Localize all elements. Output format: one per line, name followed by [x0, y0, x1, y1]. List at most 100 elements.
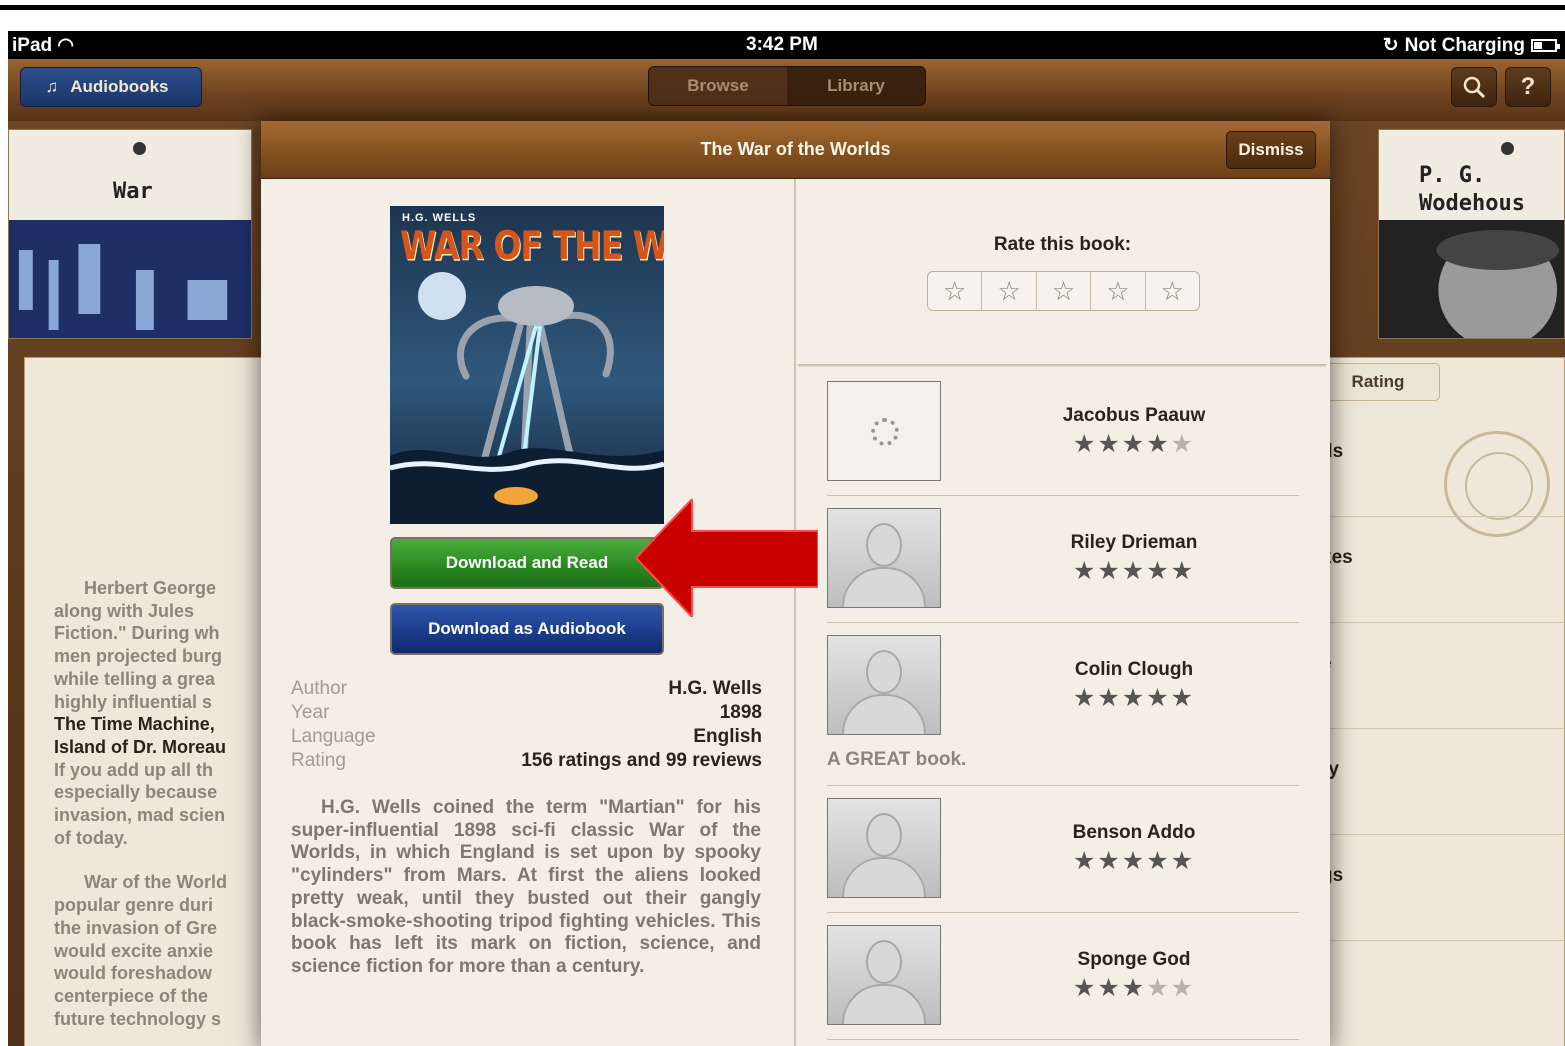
info-row-rating: Rating 156 ratings and 99 reviews: [291, 749, 762, 773]
book-tile-wodehouse[interactable]: P. G. Wodehous: [1378, 129, 1565, 339]
charge-status: ↻ Not Charging: [1382, 34, 1560, 57]
info-value: 156 ratings and 99 reviews: [521, 750, 762, 771]
review-star-icon: ★: [1072, 974, 1098, 1002]
screenshot-frame: iPad ◠ 3:42 PM ↻ Not Charging ♫ Audioboo…: [0, 0, 1565, 1046]
music-note-icon: ♫: [45, 77, 59, 96]
tile-indicator-dot: [1501, 142, 1514, 155]
review-star-icon: ★: [1072, 847, 1098, 875]
status-bar: iPad ◠ 3:42 PM ↻ Not Charging: [8, 31, 1565, 59]
info-value: 1898: [719, 702, 762, 723]
rate-star-2-icon[interactable]: ☆: [982, 272, 1037, 310]
status-time: 3:42 PM: [746, 34, 818, 55]
review-star-icon: ★: [1121, 430, 1147, 458]
audiobooks-button[interactable]: ♫ Audiobooks: [20, 67, 202, 107]
loading-spinner-icon: [871, 418, 899, 446]
avatar: [827, 508, 941, 608]
dismiss-button[interactable]: Dismiss: [1226, 131, 1316, 169]
info-value: English: [693, 726, 762, 747]
rate-star-1-icon[interactable]: ☆: [928, 272, 983, 310]
list-item[interactable]: kes: [1321, 517, 1565, 623]
toolbar: ♫ Audiobooks Browse Library ?: [8, 59, 1565, 121]
review-star-icon: ★: [1072, 430, 1098, 458]
review-star-icon: ★: [1146, 430, 1171, 458]
review-star-icon: ★: [1170, 430, 1196, 458]
list-item[interactable]: gs: [1321, 835, 1565, 941]
download-and-read-button[interactable]: Download and Read: [390, 537, 664, 589]
review-stars: ★★★★★: [957, 846, 1311, 876]
list-item[interactable]: e: [1321, 623, 1565, 729]
modal-header: The War of the Worlds Dismiss: [261, 121, 1330, 179]
info-row-year: Year 1898: [291, 701, 762, 725]
rate-label: Rate this book:: [993, 234, 1132, 255]
info-row-author: Author H.G. Wells: [291, 677, 762, 701]
list-item[interactable]: ry: [1321, 729, 1565, 835]
reviewer-name: Riley Drieman: [1070, 532, 1198, 553]
review-stars: ★★★★★: [957, 683, 1311, 713]
download-audiobook-button[interactable]: Download as Audiobook: [390, 603, 664, 655]
review-star-icon: ★: [1121, 847, 1147, 875]
audiobooks-label: Audiobooks: [70, 77, 169, 96]
book-description: H.G. Wells coined the term "Martian" for…: [291, 797, 761, 977]
review-star-icon: ★: [1170, 847, 1196, 875]
rate-star-4-icon[interactable]: ☆: [1091, 272, 1146, 310]
review-star-icon: ★: [1146, 974, 1171, 1002]
rating-sort-tab[interactable]: Rating: [1316, 363, 1440, 401]
review-star-icon: ★: [1121, 557, 1147, 585]
cover-title: WAR OF THE WORLDS: [400, 222, 664, 269]
review-item: Colin Clough ★★★★★ A GREAT book.: [827, 635, 1299, 786]
ipad-screen: iPad ◠ 3:42 PM ↻ Not Charging ♫ Audioboo…: [8, 31, 1565, 1046]
review-stars: ★★★★★: [957, 429, 1311, 459]
review-stars: ★★★★★: [957, 556, 1311, 586]
review-item: Jacobus Paauw ★★★★★: [827, 381, 1299, 496]
review-stars: ★★★★★: [957, 973, 1311, 1003]
review-star-icon: ★: [1170, 684, 1196, 712]
rotation-lock-icon: ↻: [1382, 35, 1399, 56]
info-row-language: Language English: [291, 725, 762, 749]
review-star-icon: ★: [1097, 557, 1122, 585]
device-label: iPad: [12, 35, 53, 56]
search-icon: [1463, 76, 1486, 99]
review-text: A GREAT book.: [827, 749, 967, 770]
review-star-icon: ★: [1072, 557, 1098, 585]
review-item: Sponge God ★★★★★: [827, 925, 1299, 1040]
book-tile-title: P. G. Wodehous: [1419, 163, 1525, 216]
avatar: [827, 635, 941, 735]
book-tile-war[interactable]: War: [8, 129, 252, 339]
info-key: Author: [291, 678, 347, 699]
rate-star-3-icon[interactable]: ☆: [1037, 272, 1092, 310]
battery-icon: [1531, 39, 1560, 52]
tile-indicator-dot: [133, 142, 146, 155]
search-button[interactable]: [1451, 67, 1497, 107]
avatar: [827, 798, 941, 898]
reviewer-name: Jacobus Paauw: [1062, 405, 1206, 426]
review-star-icon: ★: [1097, 974, 1122, 1002]
tab-browse[interactable]: Browse: [649, 67, 787, 105]
review-star-icon: ★: [1146, 684, 1171, 712]
review-star-icon: ★: [1097, 430, 1122, 458]
reviewer-name: Sponge God: [1077, 949, 1191, 970]
review-star-icon: ★: [1072, 684, 1098, 712]
device-name: iPad ◠: [12, 34, 74, 57]
review-star-icon: ★: [1121, 974, 1147, 1002]
red-arrow-icon: [636, 499, 818, 617]
review-star-icon: ★: [1146, 557, 1171, 585]
review-star-icon: ★: [1097, 684, 1122, 712]
charging-label: Not Charging: [1404, 34, 1525, 56]
book-cover: H.G. WELLS WAR OF THE WORLDS: [390, 206, 664, 524]
review-item: Riley Drieman ★★★★★: [827, 508, 1299, 623]
list-item[interactable]: ds: [1321, 411, 1565, 517]
rate-star-5-icon[interactable]: ☆: [1146, 272, 1199, 310]
avatar: [827, 381, 941, 481]
review-item: Benson Addo ★★★★★: [827, 798, 1299, 913]
info-value: H.G. Wells: [668, 678, 762, 699]
book-tile-art: [1379, 220, 1564, 338]
browse-library-segmented-control: Browse Library: [648, 66, 926, 106]
help-button[interactable]: ?: [1505, 67, 1551, 107]
review-star-icon: ★: [1146, 847, 1171, 875]
book-tile-art: [9, 220, 251, 338]
modal-title: The War of the Worlds: [700, 139, 891, 159]
avatar: [827, 925, 941, 1025]
review-star-icon: ★: [1170, 557, 1196, 585]
info-key: Rating: [291, 750, 346, 771]
tab-library[interactable]: Library: [787, 67, 925, 105]
